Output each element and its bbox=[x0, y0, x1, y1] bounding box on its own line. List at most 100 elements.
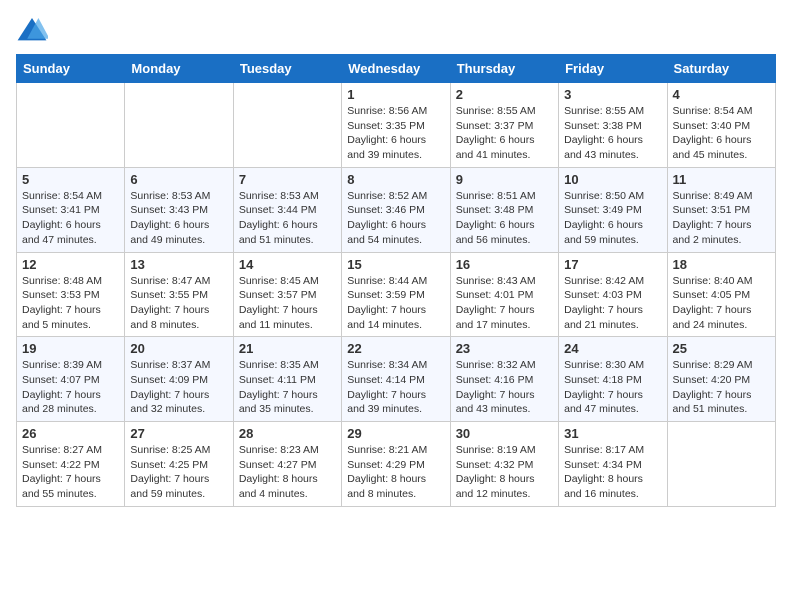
logo bbox=[16, 16, 52, 44]
week-row-3: 12Sunrise: 8:48 AM Sunset: 3:53 PM Dayli… bbox=[17, 252, 776, 337]
day-number: 15 bbox=[347, 257, 444, 272]
day-number: 17 bbox=[564, 257, 661, 272]
calendar-cell bbox=[233, 83, 341, 168]
day-info: Sunrise: 8:55 AM Sunset: 3:37 PM Dayligh… bbox=[456, 104, 553, 163]
day-info: Sunrise: 8:37 AM Sunset: 4:09 PM Dayligh… bbox=[130, 358, 227, 417]
day-info: Sunrise: 8:19 AM Sunset: 4:32 PM Dayligh… bbox=[456, 443, 553, 502]
calendar-cell: 12Sunrise: 8:48 AM Sunset: 3:53 PM Dayli… bbox=[17, 252, 125, 337]
day-info: Sunrise: 8:54 AM Sunset: 3:40 PM Dayligh… bbox=[673, 104, 770, 163]
day-number: 1 bbox=[347, 87, 444, 102]
day-info: Sunrise: 8:53 AM Sunset: 3:44 PM Dayligh… bbox=[239, 189, 336, 248]
day-info: Sunrise: 8:42 AM Sunset: 4:03 PM Dayligh… bbox=[564, 274, 661, 333]
calendar-cell: 17 Sunrise: 8:42 AM Sunset: 4:03 PM Dayli… bbox=[559, 252, 667, 337]
calendar-cell: 31 Sunrise: 8:17 AM Sunset: 4:34 PM Dayli… bbox=[559, 422, 667, 507]
day-number: 9 bbox=[456, 172, 553, 187]
day-number: 27 bbox=[130, 426, 227, 441]
weekday-header-sunday: Sunday bbox=[17, 55, 125, 83]
day-info: Sunrise: 8:21 AM Sunset: 4:29 PM Dayligh… bbox=[347, 443, 444, 502]
day-number: 18 bbox=[673, 257, 770, 272]
page-header bbox=[16, 16, 776, 44]
calendar-cell: 8Sunrise: 8:52 AM Sunset: 3:46 PM Daylig… bbox=[342, 167, 450, 252]
day-info: Sunrise: 8:43 AM Sunset: 4:01 PM Dayligh… bbox=[456, 274, 553, 333]
day-info: Sunrise: 8:54 AM Sunset: 3:41 PM Dayligh… bbox=[22, 189, 119, 248]
day-number: 16 bbox=[456, 257, 553, 272]
calendar-cell: 5 Sunrise: 8:54 AM Sunset: 3:41 PM Daylig… bbox=[17, 167, 125, 252]
weekday-header-tuesday: Tuesday bbox=[233, 55, 341, 83]
day-info: Sunrise: 8:52 AM Sunset: 3:46 PM Dayligh… bbox=[347, 189, 444, 248]
weekday-header-monday: Monday bbox=[125, 55, 233, 83]
calendar-cell: 13Sunrise: 8:47 AM Sunset: 3:55 PM Dayli… bbox=[125, 252, 233, 337]
day-info: Sunrise: 8:49 AM Sunset: 3:51 PM Dayligh… bbox=[673, 189, 770, 248]
day-info: Sunrise: 8:50 AM Sunset: 3:49 PM Dayligh… bbox=[564, 189, 661, 248]
day-number: 19 bbox=[22, 341, 119, 356]
day-info: Sunrise: 8:39 AM Sunset: 4:07 PM Dayligh… bbox=[22, 358, 119, 417]
day-number: 6 bbox=[130, 172, 227, 187]
calendar-cell: 24Sunrise: 8:30 AM Sunset: 4:18 PM Dayli… bbox=[559, 337, 667, 422]
day-number: 4 bbox=[673, 87, 770, 102]
calendar-cell: 19 Sunrise: 8:39 AM Sunset: 4:07 PM Dayli… bbox=[17, 337, 125, 422]
calendar-cell: 4 Sunrise: 8:54 AM Sunset: 3:40 PM Daylig… bbox=[667, 83, 775, 168]
calendar: SundayMondayTuesdayWednesdayThursdayFrid… bbox=[16, 54, 776, 507]
calendar-cell bbox=[17, 83, 125, 168]
day-number: 13 bbox=[130, 257, 227, 272]
day-number: 26 bbox=[22, 426, 119, 441]
week-row-1: 1 Sunrise: 8:56 AM Sunset: 3:35 PM Daylig… bbox=[17, 83, 776, 168]
calendar-cell: 16 Sunrise: 8:43 AM Sunset: 4:01 PM Dayli… bbox=[450, 252, 558, 337]
calendar-cell: 21 Sunrise: 8:35 AM Sunset: 4:11 PM Dayli… bbox=[233, 337, 341, 422]
day-info: Sunrise: 8:53 AM Sunset: 3:43 PM Dayligh… bbox=[130, 189, 227, 248]
day-info: Sunrise: 8:56 AM Sunset: 3:35 PM Dayligh… bbox=[347, 104, 444, 163]
day-info: Sunrise: 8:35 AM Sunset: 4:11 PM Dayligh… bbox=[239, 358, 336, 417]
week-row-5: 26 Sunrise: 8:27 AM Sunset: 4:22 PM Dayli… bbox=[17, 422, 776, 507]
day-info: Sunrise: 8:25 AM Sunset: 4:25 PM Dayligh… bbox=[130, 443, 227, 502]
day-info: Sunrise: 8:51 AM Sunset: 3:48 PM Dayligh… bbox=[456, 189, 553, 248]
day-number: 11 bbox=[673, 172, 770, 187]
calendar-cell: 27 Sunrise: 8:25 AM Sunset: 4:25 PM Dayli… bbox=[125, 422, 233, 507]
day-info: Sunrise: 8:48 AM Sunset: 3:53 PM Dayligh… bbox=[22, 274, 119, 333]
day-number: 2 bbox=[456, 87, 553, 102]
calendar-cell: 20 Sunrise: 8:37 AM Sunset: 4:09 PM Dayli… bbox=[125, 337, 233, 422]
calendar-cell: 14Sunrise: 8:45 AM Sunset: 3:57 PM Dayli… bbox=[233, 252, 341, 337]
day-number: 14 bbox=[239, 257, 336, 272]
calendar-cell: 22 Sunrise: 8:34 AM Sunset: 4:14 PM Dayli… bbox=[342, 337, 450, 422]
calendar-cell: 28Sunrise: 8:23 AM Sunset: 4:27 PM Dayli… bbox=[233, 422, 341, 507]
weekday-header-row: SundayMondayTuesdayWednesdayThursdayFrid… bbox=[17, 55, 776, 83]
weekday-header-thursday: Thursday bbox=[450, 55, 558, 83]
calendar-cell bbox=[125, 83, 233, 168]
calendar-cell: 29 Sunrise: 8:21 AM Sunset: 4:29 PM Dayli… bbox=[342, 422, 450, 507]
logo-icon bbox=[16, 16, 48, 44]
day-info: Sunrise: 8:34 AM Sunset: 4:14 PM Dayligh… bbox=[347, 358, 444, 417]
day-number: 25 bbox=[673, 341, 770, 356]
week-row-2: 5 Sunrise: 8:54 AM Sunset: 3:41 PM Daylig… bbox=[17, 167, 776, 252]
week-row-4: 19 Sunrise: 8:39 AM Sunset: 4:07 PM Dayli… bbox=[17, 337, 776, 422]
day-number: 23 bbox=[456, 341, 553, 356]
day-number: 5 bbox=[22, 172, 119, 187]
calendar-cell: 1 Sunrise: 8:56 AM Sunset: 3:35 PM Daylig… bbox=[342, 83, 450, 168]
day-number: 31 bbox=[564, 426, 661, 441]
day-number: 20 bbox=[130, 341, 227, 356]
day-info: Sunrise: 8:32 AM Sunset: 4:16 PM Dayligh… bbox=[456, 358, 553, 417]
day-info: Sunrise: 8:27 AM Sunset: 4:22 PM Dayligh… bbox=[22, 443, 119, 502]
calendar-cell bbox=[667, 422, 775, 507]
calendar-cell: 25 Sunrise: 8:29 AM Sunset: 4:20 PM Dayli… bbox=[667, 337, 775, 422]
day-number: 3 bbox=[564, 87, 661, 102]
day-number: 10 bbox=[564, 172, 661, 187]
calendar-cell: 2 Sunrise: 8:55 AM Sunset: 3:37 PM Daylig… bbox=[450, 83, 558, 168]
day-info: Sunrise: 8:44 AM Sunset: 3:59 PM Dayligh… bbox=[347, 274, 444, 333]
day-info: Sunrise: 8:29 AM Sunset: 4:20 PM Dayligh… bbox=[673, 358, 770, 417]
calendar-cell: 7 Sunrise: 8:53 AM Sunset: 3:44 PM Daylig… bbox=[233, 167, 341, 252]
day-info: Sunrise: 8:17 AM Sunset: 4:34 PM Dayligh… bbox=[564, 443, 661, 502]
calendar-cell: 18Sunrise: 8:40 AM Sunset: 4:05 PM Dayli… bbox=[667, 252, 775, 337]
weekday-header-wednesday: Wednesday bbox=[342, 55, 450, 83]
weekday-header-saturday: Saturday bbox=[667, 55, 775, 83]
calendar-cell: 6 Sunrise: 8:53 AM Sunset: 3:43 PM Daylig… bbox=[125, 167, 233, 252]
day-number: 21 bbox=[239, 341, 336, 356]
day-number: 30 bbox=[456, 426, 553, 441]
day-number: 7 bbox=[239, 172, 336, 187]
calendar-cell: 3Sunrise: 8:55 AM Sunset: 3:38 PM Daylig… bbox=[559, 83, 667, 168]
calendar-cell: 30 Sunrise: 8:19 AM Sunset: 4:32 PM Dayli… bbox=[450, 422, 558, 507]
calendar-cell: 11 Sunrise: 8:49 AM Sunset: 3:51 PM Dayli… bbox=[667, 167, 775, 252]
day-number: 29 bbox=[347, 426, 444, 441]
day-number: 28 bbox=[239, 426, 336, 441]
calendar-cell: 10 Sunrise: 8:50 AM Sunset: 3:49 PM Dayli… bbox=[559, 167, 667, 252]
day-number: 22 bbox=[347, 341, 444, 356]
